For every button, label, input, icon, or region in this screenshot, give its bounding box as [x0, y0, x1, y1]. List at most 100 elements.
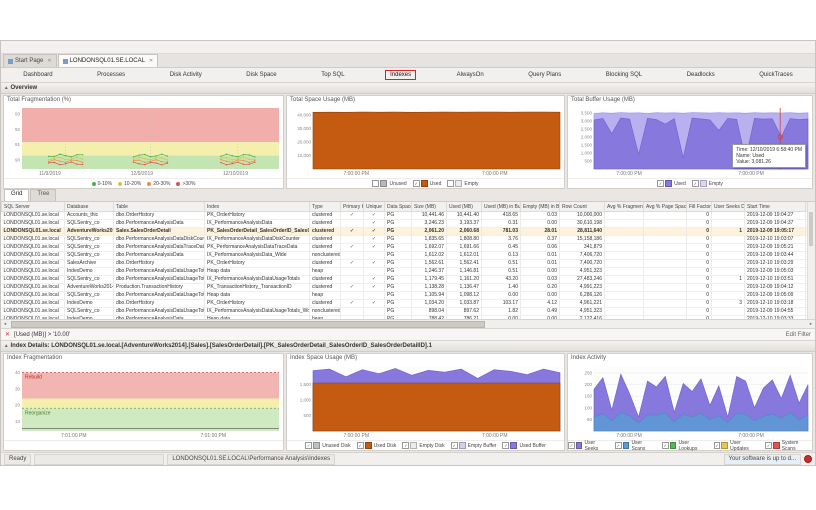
nav-tab-disk-space[interactable]: Disk Space	[242, 71, 280, 79]
legend-empty[interactable]: Empty	[447, 180, 478, 187]
record-indicator-icon[interactable]	[804, 455, 812, 463]
index-details-section-header[interactable]: ▴ Index Details: LONDONSQL01.se.local.[A…	[1, 341, 815, 352]
legend-unused[interactable]: Unused	[372, 180, 406, 187]
column-header-used-mb[interactable]: Used (MB)	[447, 202, 482, 212]
table-row[interactable]: LONDONSQL01.se.localAccounts_thicdbo.Ord…	[2, 212, 816, 220]
nav-tab-processes[interactable]: Processes	[93, 71, 129, 79]
legend-checkbox[interactable]: ✓	[568, 442, 575, 449]
software-update-notice[interactable]: Your software is up to d...	[724, 454, 801, 465]
tab-londonsql01-se-local[interactable]: LONDONSQL01.SE.LOCAL✕	[58, 54, 159, 67]
table-row[interactable]: LONDONSQL01.se.localSQLSentry_codbo.Perf…	[2, 292, 816, 300]
column-header-index[interactable]: Index	[205, 202, 310, 212]
column-header-data-space-type[interactable]: Data Space Type	[385, 202, 412, 212]
legend-checkbox[interactable]: ✓	[357, 442, 364, 449]
collapse-icon[interactable]: ▴	[5, 85, 8, 91]
column-header-start-time[interactable]: Start Time	[745, 202, 806, 212]
overview-section-header[interactable]: ▴ Overview	[1, 83, 815, 94]
table-row[interactable]: LONDONSQL01.se.localSQLSentry_codbo.Perf…	[2, 252, 816, 260]
index-grid[interactable]: SQL ServerDatabaseTableIndexTypePrimary …	[1, 202, 815, 319]
total-fragmentation-chart[interactable]: 93929190	[4, 105, 283, 171]
table-row[interactable]: LONDONSQL01.se.localIndexDemodbo.Perform…	[2, 268, 816, 276]
legend-checkbox[interactable]	[372, 180, 379, 187]
column-header-fill-factor[interactable]: Fill Factor	[687, 202, 712, 212]
column-header-row-count[interactable]: Row Count	[560, 202, 605, 212]
column-header-database[interactable]: Database	[65, 202, 114, 212]
column-header-avg-fragmented[interactable]: Avg % Fragmented	[605, 202, 644, 212]
nav-tab-blocking-sql[interactable]: Blocking SQL	[602, 71, 646, 79]
legend-checkbox[interactable]: ✓	[413, 180, 420, 187]
legend-used-disk[interactable]: ✓Used Disk	[357, 442, 397, 449]
table-row[interactable]: LONDONSQL01.se.localIndexDemodbo.OrderHi…	[2, 300, 816, 308]
index-activity-chart[interactable]: 25020015010050	[568, 363, 812, 433]
legend-checkbox[interactable]: ✓	[615, 442, 622, 449]
index-fragmentation-chart[interactable]: 40302010RebuildReorganize	[4, 363, 283, 433]
legend-empty-buffer[interactable]: ✓Empty Buffer	[451, 442, 497, 449]
legend-checkbox[interactable]: ✓	[402, 442, 409, 449]
grid-tree-tabs[interactable]: GridTree	[1, 190, 815, 202]
tab-start-page[interactable]: Start Page✕	[3, 54, 57, 67]
column-header-size-mb[interactable]: Size (MB)	[412, 202, 447, 212]
nav-tab-deadlocks[interactable]: Deadlocks	[683, 71, 719, 79]
scroll-right-arrow[interactable]: ►	[807, 320, 815, 327]
table-row[interactable]: LONDONSQL01.se.localSQLSentry_codbo.Perf…	[2, 244, 816, 252]
fragmentation-legend[interactable]: 0-10% 10-20% 20-30% >30%	[4, 178, 283, 188]
column-header-avg-page-space-used[interactable]: Avg % Page Space Used	[644, 202, 687, 212]
close-icon[interactable]: ✕	[47, 58, 51, 64]
filter-expression[interactable]: [Used (MB)] > '10.00'	[14, 332, 70, 338]
column-header-type[interactable]: Type	[310, 202, 341, 212]
grid-tab-tree[interactable]: Tree	[30, 189, 56, 201]
legend-user-scans[interactable]: ✓User Scans	[615, 440, 656, 452]
legend-10-20[interactable]: 10-20%	[118, 181, 141, 187]
edit-filter-button[interactable]: Edit Filter	[786, 332, 811, 338]
table-row[interactable]: LONDONSQL01.se.localSQLSentry_codbo.Perf…	[2, 220, 816, 228]
column-header-unique[interactable]: Unique	[364, 202, 385, 212]
legend-user-updates[interactable]: ✓User Updates	[714, 440, 759, 452]
legend-30[interactable]: >30%	[176, 181, 195, 187]
scroll-left-arrow[interactable]: ◄	[1, 320, 9, 327]
legend-checkbox[interactable]: ✓	[451, 442, 458, 449]
table-row[interactable]: LONDONSQL01.se.localSQLSentry_codbo.Perf…	[2, 276, 816, 284]
nav-tab-strip[interactable]: DashboardProcessesDisk ActivityDisk Spac…	[1, 68, 815, 83]
legend-checkbox[interactable]	[447, 180, 454, 187]
buffer-usage-legend[interactable]: ✓Used✓Empty	[568, 178, 812, 188]
scrollbar-thumb[interactable]	[11, 321, 485, 328]
legend-20-30[interactable]: 20-30%	[147, 181, 170, 187]
legend-unused-disk[interactable]: ✓Unused Disk	[305, 442, 350, 449]
nav-tab-quicktraces[interactable]: QuickTraces	[755, 71, 796, 79]
legend-0-10[interactable]: 0-10%	[92, 181, 112, 187]
nav-tab-alwayson[interactable]: AlwaysOn	[453, 71, 488, 79]
legend-used-buffer[interactable]: ✓Used Buffer	[502, 442, 545, 449]
legend-empty[interactable]: ✓Empty	[692, 180, 723, 187]
column-header-user-seeks-delta[interactable]: User Seeks Delta	[712, 202, 745, 212]
table-row[interactable]: LONDONSQL01.se.localAdventureWorks2014Sa…	[2, 228, 816, 236]
legend-checkbox[interactable]: ✓	[765, 442, 772, 449]
nav-tab-disk-activity[interactable]: Disk Activity	[166, 71, 206, 79]
index-space-usage-legend[interactable]: ✓Unused Disk ✓Used Disk ✓Empty Disk ✓Empty …	[287, 440, 564, 450]
space-usage-legend[interactable]: Unused✓UsedEmpty	[287, 178, 564, 188]
legend-checkbox[interactable]: ✓	[692, 180, 699, 187]
column-header-table[interactable]: Table	[114, 202, 205, 212]
index-table[interactable]: SQL ServerDatabaseTableIndexTypePrimary …	[1, 202, 815, 319]
nav-tab-top-sql[interactable]: Top SQL	[317, 71, 348, 79]
nav-tab-indexes[interactable]: Indexes	[385, 70, 416, 80]
table-row[interactable]: LONDONSQL01.se.localSalesArchivedbo.Orde…	[2, 260, 816, 268]
column-header-primary-key[interactable]: Primary Key	[341, 202, 364, 212]
table-row[interactable]: LONDONSQL01.se.localSQLSentry_codbo.Perf…	[2, 236, 816, 244]
vertical-scrollbar[interactable]	[807, 202, 815, 319]
legend-user-lookups[interactable]: ✓User Lookups	[662, 440, 708, 452]
nav-tab-query-plans[interactable]: Query Plans	[524, 71, 565, 79]
column-header-empty-mb-in-buffer[interactable]: Empty (MB) in Buffer	[521, 202, 560, 212]
legend-empty-disk[interactable]: ✓Empty Disk	[402, 442, 444, 449]
column-header-sql-server[interactable]: SQL Server	[2, 202, 65, 212]
tab-strip[interactable]: Start Page✕LONDONSQL01.SE.LOCAL✕	[1, 54, 815, 68]
legend-checkbox[interactable]: ✓	[714, 442, 721, 449]
horizontal-scrollbar[interactable]: ◄ ►	[1, 319, 815, 328]
legend-user-seeks[interactable]: ✓User Seeks	[568, 440, 609, 452]
grid-tab-grid[interactable]: Grid	[4, 189, 29, 201]
legend-checkbox[interactable]: ✓	[657, 180, 664, 187]
index-activity-legend[interactable]: ✓User Seeks ✓User Scans ✓User Lookups ✓User…	[568, 440, 812, 450]
clear-filter-icon[interactable]: ✕	[5, 331, 10, 338]
legend-system-scans[interactable]: ✓System Scans	[765, 440, 812, 452]
column-header-used-mb-in-buffer[interactable]: Used (MB) in Buffer	[482, 202, 521, 212]
table-row[interactable]: LONDONSQL01.se.localAdventureWorks2014Pr…	[2, 284, 816, 292]
